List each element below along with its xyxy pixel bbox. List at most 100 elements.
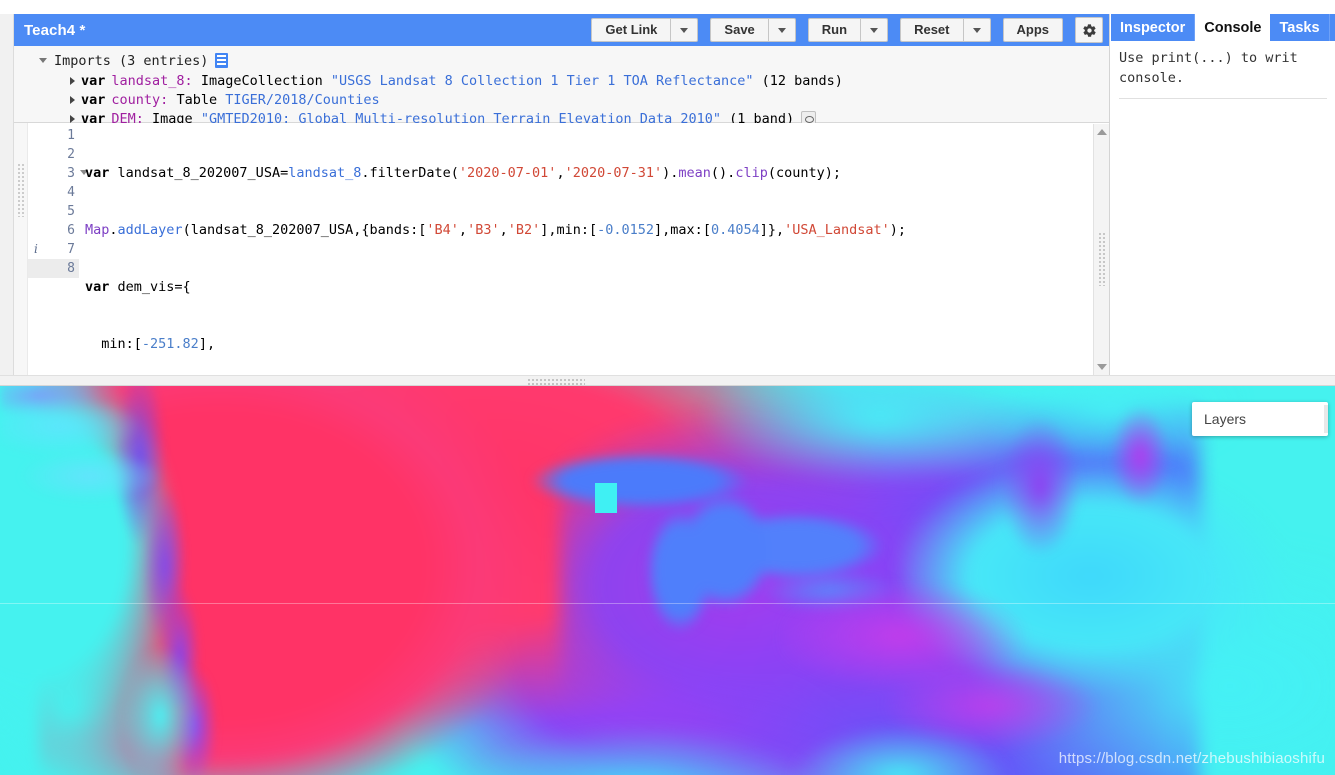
code-token: var — [85, 165, 118, 181]
code-token: ], — [198, 336, 216, 352]
console-divider — [1119, 98, 1327, 99]
map-grid-line — [0, 603, 1335, 604]
chevron-down-icon — [777, 28, 786, 34]
get-link-dropdown-button[interactable] — [670, 18, 699, 42]
layers-label: Layers — [1204, 411, 1247, 427]
line-number: i 7 — [28, 240, 79, 259]
code-token: min:[ — [85, 336, 142, 352]
left-rail — [0, 14, 14, 375]
code-token: , — [556, 165, 565, 181]
save-dropdown-button[interactable] — [767, 18, 796, 42]
expand-import-icon[interactable] — [70, 95, 75, 104]
code-token: var — [85, 279, 118, 295]
code-token: ],min:[ — [540, 222, 598, 238]
dem-baja-peninsula — [90, 636, 350, 775]
horizontal-splitter[interactable] — [0, 375, 1335, 386]
run-button[interactable]: Run — [807, 18, 861, 42]
chevron-up-icon — [1097, 129, 1107, 135]
expand-import-icon[interactable] — [70, 76, 75, 85]
import-id: "USGS Landsat 8 Collection 1 Tier 1 TOA … — [330, 72, 754, 89]
reset-button[interactable]: Reset — [900, 18, 963, 42]
editor-header-bar: Teach4 * Get Link Save Run Reset Apps — [14, 14, 1109, 46]
gear-icon — [1082, 23, 1096, 37]
scroll-up-button[interactable] — [1094, 124, 1109, 140]
code-token: landsat_8 — [288, 165, 362, 181]
line-number: 4 — [67, 185, 75, 200]
save-button-group: Save — [710, 18, 796, 42]
info-icon[interactable]: i — [34, 240, 38, 259]
console-tab-bar: Inspector Console Tasks — [1111, 14, 1335, 41]
line-number: 5 — [67, 204, 75, 219]
import-name: landsat_8: — [111, 72, 193, 89]
splitter-grip-dots[interactable] — [527, 378, 585, 385]
code-token: 'B3' — [467, 222, 500, 238]
scroll-down-button[interactable] — [1094, 359, 1109, 375]
imports-panel: Imports (3 entries) var landsat_8: Image… — [14, 46, 1109, 127]
import-bands: (12 bands) — [761, 72, 843, 89]
code-token: , — [499, 222, 508, 238]
code-token: (county); — [767, 165, 841, 181]
dem-florida-region — [760, 716, 1060, 775]
code-area: 1 2 3 4 5 6 i 7 8 var landsat_8_202007_U… — [14, 123, 1109, 375]
reset-dropdown-button[interactable] — [962, 18, 991, 42]
watermark: https://blog.csdn.net/zhebushibiaoshifu — [1058, 750, 1325, 767]
code-line-3: var dem_vis={ — [85, 278, 1109, 297]
line-number-gutter: 1 2 3 4 5 6 i 7 8 — [28, 123, 88, 375]
chevron-down-icon — [972, 28, 981, 34]
expand-import-icon[interactable] — [70, 114, 75, 123]
run-button-group: Run — [807, 18, 889, 42]
code-token: '2020-07-31' — [564, 165, 663, 181]
imports-header[interactable]: Imports (3 entries) — [14, 50, 1109, 71]
code-token: ],max:[ — [654, 222, 711, 238]
tab-console[interactable]: Console — [1195, 14, 1271, 41]
line-number-text: 7 — [67, 242, 75, 257]
usa-landsat-tile — [595, 483, 617, 513]
code-vertical-scrollbar[interactable] — [1093, 124, 1109, 375]
gee-code-editor-window: Teach4 * Get Link Save Run Reset Apps Im… — [0, 0, 1335, 775]
dem-northwest-coast — [0, 386, 260, 566]
scrollbar-thumb[interactable] — [1098, 232, 1106, 286]
apps-button-group: Apps — [1002, 18, 1063, 42]
layers-widget[interactable]: Layers — [1192, 402, 1328, 436]
layers-resize-handle[interactable] — [1324, 405, 1328, 433]
code-token: (landsat_8_202007_USA,{bands:[ — [182, 222, 427, 238]
code-token: landsat_8_202007_USA= — [117, 165, 289, 181]
code-token: (). — [710, 165, 736, 181]
import-entry-landsat_8[interactable]: var landsat_8: ImageCollection "USGS Lan… — [14, 71, 1109, 90]
apps-button[interactable]: Apps — [1002, 18, 1063, 42]
note-icon[interactable] — [215, 53, 229, 68]
line-number: 6 — [67, 223, 75, 238]
map-viewport[interactable]: Layers https://blog.csdn.net/zhebushibia… — [0, 386, 1335, 775]
code-token: 'USA_Landsat' — [784, 222, 890, 238]
code-token: 0.4054 — [710, 222, 760, 238]
window-top-strip — [0, 0, 1335, 14]
code-editor-text[interactable]: var landsat_8_202007_USA=landsat_8.filte… — [79, 123, 1109, 375]
settings-button[interactable] — [1075, 17, 1103, 43]
code-token: Map — [85, 222, 110, 238]
code-line-2: Map.addLayer(landsat_8_202007_USA,{bands… — [85, 221, 1109, 240]
line-number: 2 — [67, 147, 75, 162]
import-keyword: var — [81, 72, 106, 89]
import-entry-county[interactable]: var county: Table TIGER/2018/Counties — [14, 90, 1109, 109]
chevron-down-icon — [1097, 364, 1107, 370]
tab-tasks[interactable]: Tasks — [1270, 14, 1330, 41]
chevron-down-icon — [680, 28, 689, 34]
code-line-1: var landsat_8_202007_USA=landsat_8.filte… — [85, 164, 1109, 183]
code-token: .filterDate( — [361, 165, 459, 181]
line-number: 1 — [67, 128, 75, 143]
collapse-imports-icon[interactable] — [39, 58, 47, 63]
code-token: '2020-07-01' — [458, 165, 557, 181]
tab-inspector[interactable]: Inspector — [1111, 14, 1196, 41]
code-token: 'B2' — [507, 222, 541, 238]
code-token: dem_vis={ — [117, 279, 191, 295]
console-pane: Inspector Console Tasks Use print(...) t… — [1111, 14, 1335, 375]
get-link-button[interactable]: Get Link — [591, 18, 671, 42]
gutter-rail — [14, 123, 28, 375]
line-number-text: 3 — [67, 166, 75, 181]
console-message: Use print(...) to writ console. — [1111, 41, 1335, 99]
code-token: . — [109, 222, 118, 238]
pane-resize-handle[interactable] — [17, 163, 24, 217]
save-button[interactable]: Save — [710, 18, 768, 42]
run-dropdown-button[interactable] — [860, 18, 889, 42]
code-token: , — [458, 222, 468, 238]
